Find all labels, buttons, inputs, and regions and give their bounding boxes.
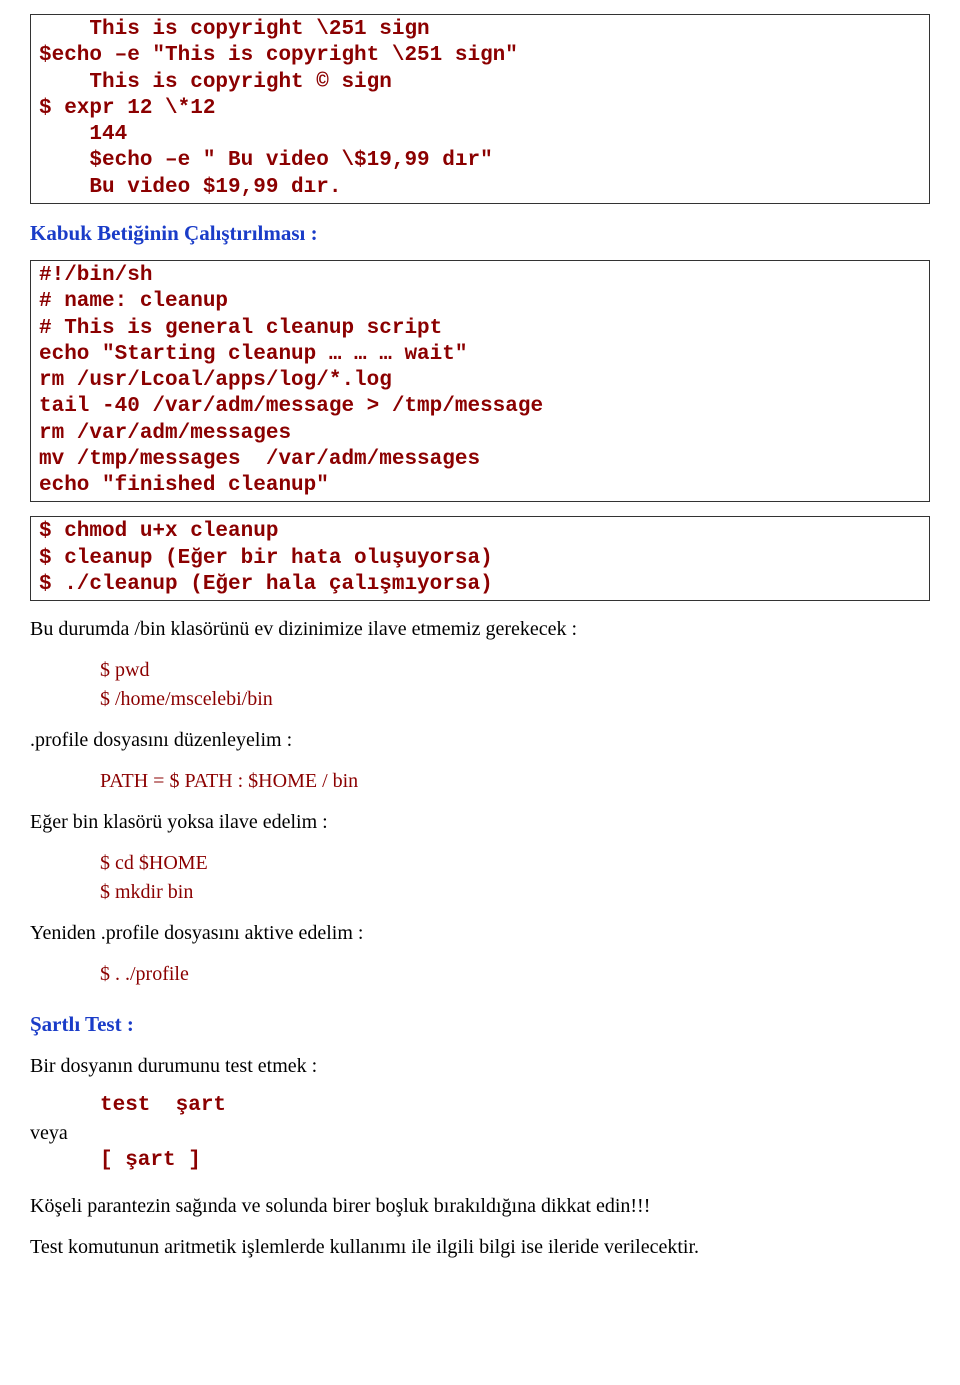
- veya-label: veya: [30, 1119, 930, 1148]
- para-profile-reactivate: Yeniden .profile dosyasını aktive edelim…: [30, 919, 930, 948]
- code-box-3: $ chmod u+x cleanup $ cleanup (Eğer bir …: [30, 516, 930, 601]
- cmd-test-sart: test şart: [100, 1093, 930, 1119]
- para-test-intro: Bir dosyanın durumunu test etmek :: [30, 1052, 930, 1081]
- cmd-path: PATH = $ PATH : $HOME / bin: [100, 767, 930, 796]
- cmd-source-profile: $ . ./profile: [100, 960, 930, 989]
- code-block-2: #!/bin/sh # name: cleanup # This is gene…: [39, 263, 921, 499]
- heading-kabuk: Kabuk Betiğinin Çalıştırılması :: [30, 218, 930, 248]
- code-box-2: #!/bin/sh # name: cleanup # This is gene…: [30, 260, 930, 502]
- para-bin-mkdir: Eğer bin klasörü yoksa ilave edelim :: [30, 808, 930, 837]
- para-bin-klasor: Bu durumda /bin klasörünü ev dizinimize …: [30, 615, 930, 644]
- cmd-home: $ /home/mscelebi/bin: [100, 685, 930, 714]
- para-bracket-warning: Köşeli parantezin sağında ve solunda bir…: [30, 1192, 930, 1221]
- para-arith-note: Test komutunun aritmetik işlemlerde kull…: [30, 1233, 930, 1262]
- heading-sartli-test: Şartlı Test :: [30, 1009, 930, 1039]
- code-box-1: This is copyright \251 sign $echo –e "Th…: [30, 14, 930, 204]
- cmd-bracket-sart: [ şart ]: [100, 1148, 930, 1174]
- cmd-cd-home: $ cd $HOME: [100, 849, 930, 878]
- code-block-3: $ chmod u+x cleanup $ cleanup (Eğer bir …: [39, 519, 921, 598]
- cmd-pwd: $ pwd: [100, 656, 930, 685]
- para-profile-edit: .profile dosyasını düzenleyelim :: [30, 726, 930, 755]
- code-block-1: This is copyright \251 sign $echo –e "Th…: [39, 17, 921, 201]
- cmd-mkdir-bin: $ mkdir bin: [100, 878, 930, 907]
